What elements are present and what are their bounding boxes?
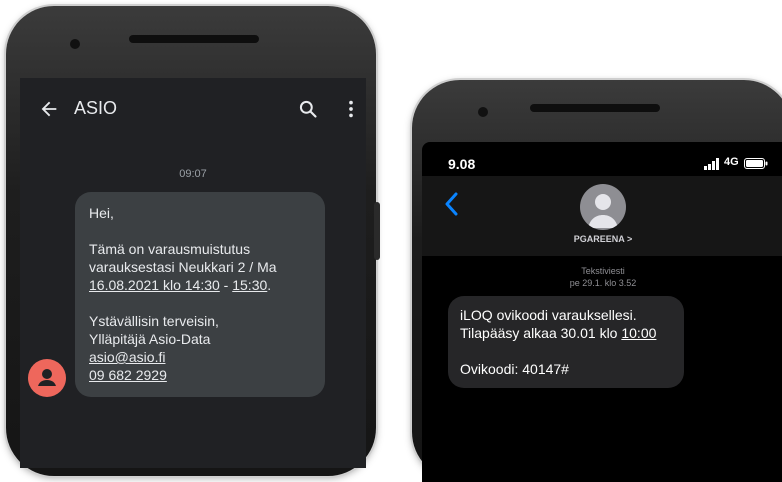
earpiece-speaker [129, 35, 259, 43]
more-options-icon[interactable] [340, 98, 362, 120]
conversation-title: ASIO [74, 98, 118, 118]
android-phone: ASIO 09:07 Hei, Tämä on varausmuistutus … [6, 6, 380, 476]
phone-link[interactable]: 09 682 2929 [89, 366, 311, 384]
access-time-link[interactable]: 10:00 [621, 325, 656, 341]
message-bubble[interactable]: iLOQ ovikoodi varauksellesi. Tilapääsy a… [448, 296, 684, 388]
network-type: 4G [724, 156, 739, 168]
side-button [374, 202, 380, 260]
iphone: 9.08 4G PGAREENA > Tekstiviesti pe 29.1.… [412, 80, 782, 482]
period-text: . [267, 277, 272, 293]
end-time-link[interactable]: 15:30 [232, 277, 267, 293]
earpiece-speaker [530, 104, 660, 112]
closing-text: Ystävällisin terveisin, [89, 313, 219, 329]
access-start-text: Tilapääsy alkaa 30.01 klo [460, 325, 622, 341]
message-bubble[interactable]: Hei, Tämä on varausmuistutus varauksesta… [75, 192, 325, 397]
front-camera [70, 39, 80, 49]
contact-avatar[interactable] [580, 184, 626, 230]
back-arrow-icon[interactable] [38, 98, 60, 120]
status-bar-time: 9.08 [448, 156, 476, 172]
body-line-1: iLOQ ovikoodi varauksellesi. [460, 307, 637, 323]
iphone-screen: 9.08 4G PGAREENA > Tekstiviesti pe 29.1.… [422, 142, 782, 482]
message-timestamp: 09:07 [179, 168, 207, 180]
android-screen: ASIO 09:07 Hei, Tämä on varausmuistutus … [20, 78, 366, 468]
greeting-text: Hei, [89, 205, 114, 221]
email-link[interactable]: asio@asio.fi [89, 348, 311, 366]
body-line-2: varauksestasi Neukkari 2 / Ma [89, 259, 277, 275]
door-code-text: Ovikoodi: 40147# [460, 361, 569, 377]
body-line-2: Tilapääsy alkaa 30.01 klo 10:00 [460, 324, 672, 342]
back-chevron-icon[interactable] [444, 192, 458, 216]
contact-name[interactable]: PGAREENA > [422, 234, 782, 244]
front-camera [478, 107, 488, 117]
body-line-3: 16.08.2021 klo 14:30 - 15:30. [89, 276, 311, 294]
dash-text: - [219, 277, 233, 293]
person-icon [38, 369, 56, 386]
sender-avatar[interactable] [28, 359, 66, 397]
battery-icon [744, 158, 768, 169]
message-type-label: Tekstiviesti [581, 266, 625, 276]
app-bar: ASIO [20, 78, 366, 140]
body-line-1: Tämä on varausmuistutus [89, 241, 251, 257]
person-icon [588, 194, 618, 228]
search-icon[interactable] [298, 99, 318, 119]
cellular-signal-icon [704, 158, 719, 170]
sender-text: Ylläpitäjä Asio-Data [89, 331, 211, 347]
message-date: pe 29.1. klo 3.52 [569, 278, 637, 288]
date-time-link[interactable]: 16.08.2021 klo 14:30 [89, 277, 220, 293]
